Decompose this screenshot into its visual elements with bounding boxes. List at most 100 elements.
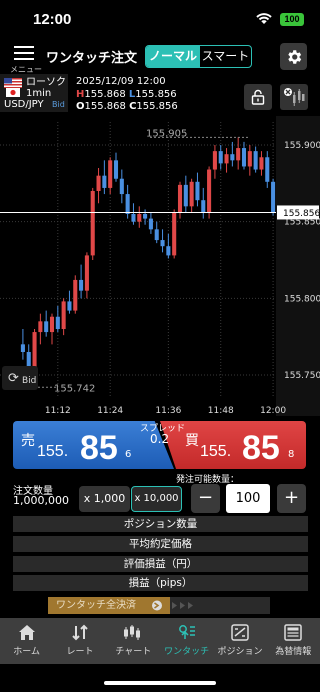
high-value: 155.868 <box>84 88 126 100</box>
candle-body <box>44 321 49 333</box>
candle-body <box>143 214 148 219</box>
qty-plus-button[interactable]: + <box>277 484 306 513</box>
nav-position[interactable]: ポジション <box>213 618 266 664</box>
sell-price-pips: 85 <box>80 429 118 467</box>
y-tick-label: 155.800 <box>284 294 320 304</box>
qty-minus-button[interactable]: − <box>191 484 220 513</box>
nav-position-label: ポジション <box>217 647 263 657</box>
candle-body <box>230 154 235 161</box>
candle-body <box>20 344 25 352</box>
nav-chart[interactable]: チャート <box>107 618 160 664</box>
mode-smart-tab[interactable]: スマート <box>200 46 251 67</box>
home-icon <box>18 625 35 640</box>
wifi-icon <box>256 13 272 24</box>
menu-button[interactable]: メニュー <box>10 42 42 74</box>
candle-body <box>160 240 165 247</box>
symbol-label: USD/JPY <box>4 99 44 110</box>
multiplier-text: x 10,000 <box>134 493 179 504</box>
y-tick-label: 155.750 <box>284 371 320 381</box>
status-time: 12:00 <box>33 11 72 28</box>
current-price-label: 155.856 <box>283 209 320 219</box>
candle-body <box>218 151 223 164</box>
candlestick-chart[interactable]: 155.900155.850155.800155.75011:12 11:24 11… <box>0 116 320 416</box>
pips-pl-row: 損益（pips） <box>13 575 308 591</box>
sell-label: 売 <box>21 433 35 449</box>
chart-type-label: ローソク <box>26 77 66 88</box>
nav-news-label: 為替情報 <box>275 647 312 657</box>
buy-price-pips: 85 <box>242 429 280 467</box>
candle-body <box>148 218 153 230</box>
buy-price-fraction: 8 <box>288 449 295 460</box>
multiplier-button[interactable]: x 10,000 <box>131 486 182 512</box>
candle-body <box>241 148 247 167</box>
candlestick-off-icon <box>284 88 305 106</box>
spread-value: 0.2 <box>150 432 170 446</box>
x-tick-label: 11:12 <box>45 406 71 416</box>
sell-price-fraction: 6 <box>125 449 132 460</box>
gear-icon <box>287 49 301 64</box>
candle-body <box>90 191 95 256</box>
qty-input[interactable]: 100 <box>226 484 270 513</box>
bid-ask-toggle-label: Bid <box>22 376 36 386</box>
x-tick-label: 11:36 <box>155 406 181 416</box>
order-qty-value: 1,000,000 <box>13 494 69 507</box>
settings-button[interactable] <box>280 43 307 70</box>
nav-home-label: ホーム <box>13 647 41 657</box>
slider-arrow-icon <box>152 600 193 611</box>
nav-news[interactable]: 為替情報 <box>267 618 320 664</box>
status-bar: 12:00 100 <box>0 0 320 40</box>
home-indicator <box>104 681 216 685</box>
price-side-label: Bid <box>52 100 65 109</box>
nav-onetouch[interactable]: ワンタッチ <box>160 618 213 664</box>
candle-body <box>247 151 252 167</box>
candle-body <box>108 160 113 188</box>
candle-body <box>236 148 241 161</box>
nav-home[interactable]: ホーム <box>0 618 53 664</box>
chart-icon <box>124 625 141 640</box>
refresh-icon: ⟳ <box>8 371 19 386</box>
close-all-slider[interactable]: ワンタッチ全決済 <box>48 597 270 614</box>
candle-body <box>96 175 101 191</box>
rate-icon <box>72 624 88 641</box>
unrealized-pl-row: 評価損益（円） <box>13 556 308 572</box>
candle-body <box>84 255 89 291</box>
candle-body <box>166 246 171 256</box>
candle-body <box>61 301 66 329</box>
candle-body <box>189 181 194 207</box>
lock-icon <box>251 89 265 105</box>
candle-body <box>113 160 119 179</box>
low-marker-label: 155.742 <box>54 383 95 394</box>
position-qty-row: ポジション数量 <box>13 516 308 532</box>
currency-pair-selector[interactable]: ローソク 1min USD/JPY Bid <box>0 74 68 112</box>
x-tick-label: 12:00 <box>260 406 286 416</box>
x-tick-label: 11:48 <box>208 406 234 416</box>
candle-body <box>265 157 270 182</box>
plus-icon: + <box>283 487 300 508</box>
candle-body <box>38 321 43 333</box>
nav-rate[interactable]: レート <box>53 618 106 664</box>
low-value: 155.856 <box>135 88 177 100</box>
candle-body <box>212 151 217 170</box>
nav-onetouch-label: ワンタッチ <box>164 647 210 657</box>
candle-body <box>201 200 206 213</box>
ohlc-panel: 2025/12/09 12:00 H155.868 L155.856 O155.… <box>76 76 178 112</box>
chart-indicator-button[interactable] <box>280 84 308 110</box>
candle-body <box>32 332 37 372</box>
candle-body <box>102 175 107 188</box>
candle-body <box>55 316 60 329</box>
mode-toggle: ノーマル スマート <box>145 45 252 68</box>
nav-chart-label: チャート <box>115 647 152 657</box>
close-value: 155.856 <box>136 101 178 112</box>
close-all-label: ワンタッチ全決済 <box>56 600 136 611</box>
lock-button[interactable] <box>244 84 272 110</box>
mode-normal-tab[interactable]: ノーマル <box>146 46 200 67</box>
candle-body <box>79 279 84 291</box>
x-tick-label: 11:24 <box>97 406 123 416</box>
candle-body <box>183 184 188 207</box>
candle-body <box>154 229 159 241</box>
candle-body <box>253 151 258 170</box>
candle-body <box>49 316 55 333</box>
candle-body <box>224 154 229 164</box>
buy-price-prefix: 155. <box>200 443 232 460</box>
position-icon <box>231 624 249 641</box>
